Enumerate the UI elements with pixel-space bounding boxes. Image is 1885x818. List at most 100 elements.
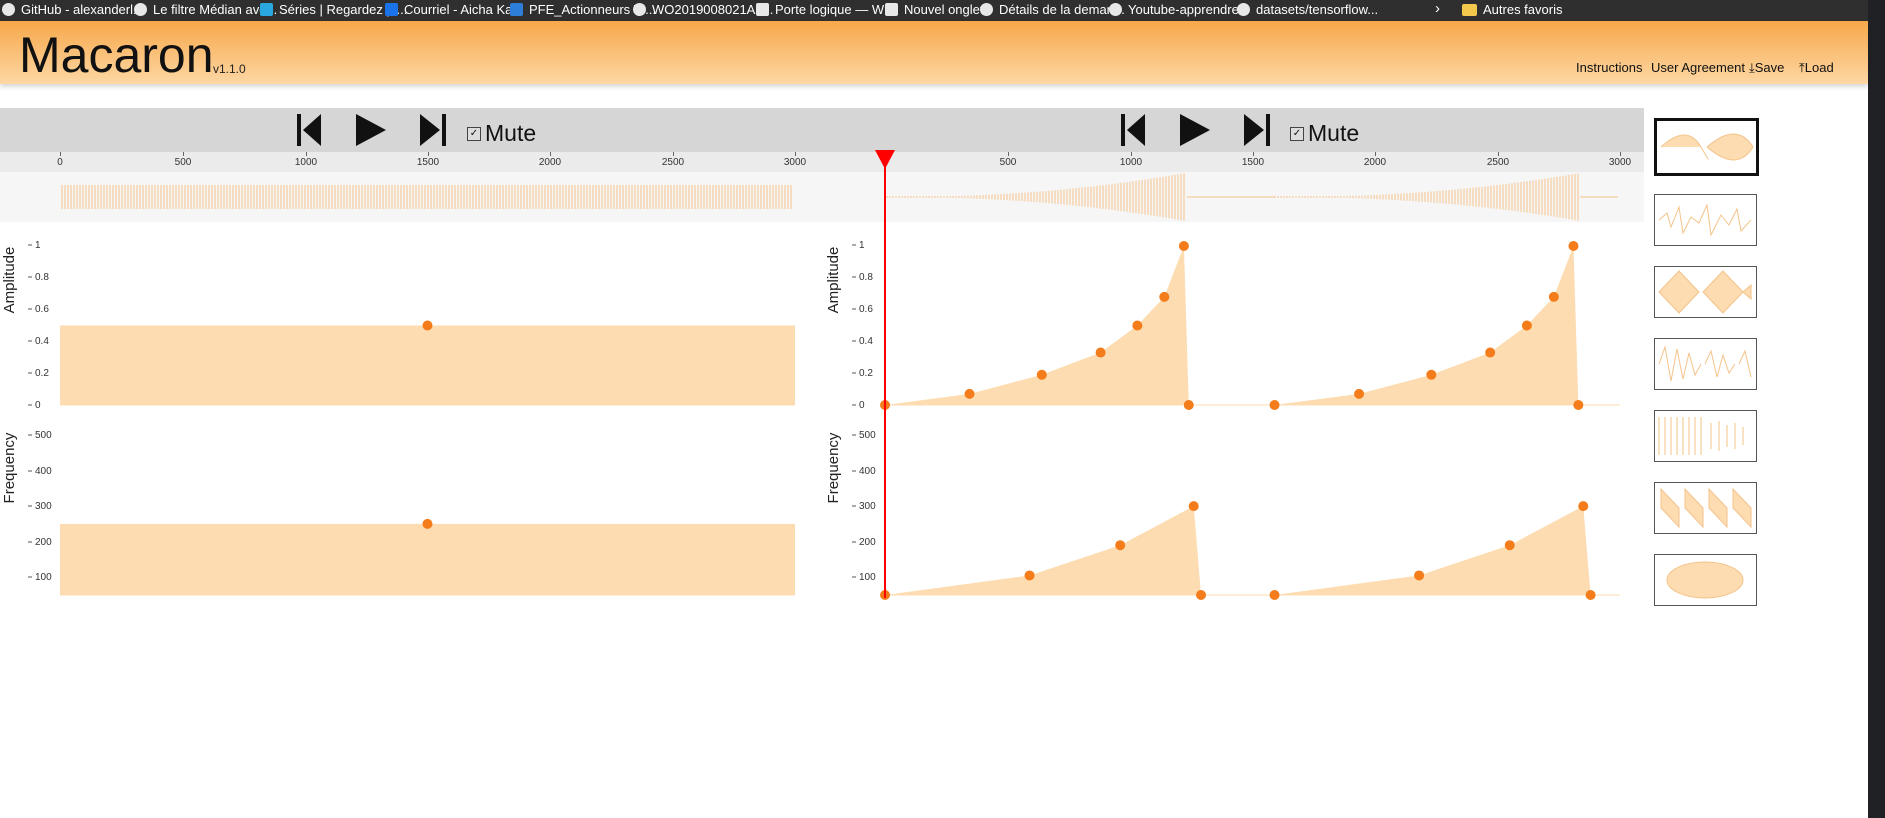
envelope-control-point[interactable]	[1568, 241, 1579, 251]
bookmark-item[interactable]: Youtube-apprendre...	[1109, 2, 1250, 17]
envelope-control-point[interactable]	[964, 388, 975, 399]
envelope-control-point[interactable]	[1132, 320, 1143, 331]
mute-label: Mute	[1308, 120, 1360, 146]
preset-waveform	[1658, 417, 1744, 455]
github-icon	[1109, 3, 1122, 16]
tick-mark	[1375, 152, 1376, 156]
tick-mark	[60, 152, 61, 156]
envelope-control-point[interactable]	[1269, 590, 1280, 600]
app-header: Macaron v1.1.0 Instructions User Agreeme…	[0, 21, 1868, 84]
envelope-control-point[interactable]	[1095, 347, 1106, 358]
envelope-control-point[interactable]	[1426, 369, 1437, 380]
envelope-control-point[interactable]	[1504, 540, 1515, 551]
tick-label: 1500	[416, 157, 440, 168]
preset-thumbnail[interactable]	[1654, 554, 1757, 606]
freq-tick: 500	[859, 430, 876, 441]
tick-mark	[1253, 152, 1254, 156]
bookmark-item[interactable]: Courriel - Aicha Ka...	[385, 2, 523, 17]
right-frequency-area	[885, 506, 1591, 595]
load-button[interactable]: ⤒Load	[1799, 60, 1834, 76]
skip-back-button[interactable]	[1117, 112, 1157, 148]
envelope-control-point[interactable]	[1036, 369, 1047, 380]
mute-toggle[interactable]: ✓ Mute	[467, 120, 536, 147]
envelope-control-point[interactable]	[1159, 291, 1170, 302]
tick-mark	[306, 152, 307, 156]
preset-thumbnail[interactable]	[1654, 338, 1757, 390]
envelope-control-point[interactable]	[1521, 320, 1532, 331]
skip-forward-button[interactable]	[414, 112, 454, 148]
bookmark-item[interactable]: GitHub - alexanderl...	[2, 2, 144, 17]
envelope-control-point[interactable]	[422, 320, 433, 331]
preset-thumbnail[interactable]	[1654, 410, 1757, 462]
freq-tick: 300	[35, 501, 52, 512]
play-button[interactable]	[352, 112, 392, 148]
freq-tick: 400	[859, 466, 876, 477]
mute-checkbox[interactable]: ✓	[1290, 126, 1304, 141]
bookmark-label: Détails de la deman...	[999, 2, 1125, 17]
pin-icon	[134, 3, 147, 16]
instructions-link[interactable]: Instructions	[1576, 60, 1642, 75]
envelope-control-point[interactable]	[1196, 590, 1207, 600]
envelope-control-point[interactable]	[1269, 400, 1280, 410]
envelope-control-point[interactable]	[880, 400, 890, 410]
save-label: Save	[1754, 60, 1785, 75]
save-button[interactable]: ⤓Save	[1749, 60, 1784, 76]
envelope-control-point[interactable]	[1183, 400, 1194, 410]
amp-tick: 0.8	[35, 272, 49, 283]
skip-back-button[interactable]	[293, 112, 333, 148]
preset-thumbnail[interactable]	[1654, 482, 1757, 534]
bookmark-label: Le filtre Médian ave...	[153, 2, 278, 17]
preset-thumbnail[interactable]	[1654, 266, 1757, 318]
preset-waveform	[1658, 203, 1752, 237]
right-amplitude-area	[885, 246, 1579, 405]
tick-label: 500	[999, 157, 1017, 168]
envelope-control-point[interactable]	[1578, 501, 1589, 512]
envelope-control-point[interactable]	[1178, 241, 1189, 251]
bookmark-item[interactable]: Détails de la deman...	[980, 2, 1125, 17]
right-waveform-overview[interactable]	[842, 172, 1644, 222]
envelope-control-point[interactable]	[422, 518, 433, 529]
outlook-icon	[385, 3, 398, 16]
play-button[interactable]	[1176, 112, 1216, 148]
preset-thumbnail[interactable]	[1654, 118, 1759, 176]
app-title: Macaron	[19, 27, 214, 83]
preset-waveform	[1658, 270, 1752, 314]
github-icon	[1237, 3, 1250, 16]
envelope-control-point[interactable]	[1354, 388, 1365, 399]
envelope-control-point[interactable]	[1548, 291, 1559, 302]
load-label: Load	[1804, 60, 1834, 75]
bookmark-item[interactable]: Porte logique — Wi...	[756, 2, 898, 17]
envelope-control-point[interactable]	[1024, 570, 1035, 581]
user-agreement-link[interactable]: User Agreement	[1651, 60, 1745, 75]
envelope-control-point[interactable]	[1188, 501, 1199, 512]
tick-mark	[428, 152, 429, 156]
freq-tick: 100	[859, 572, 876, 583]
bookmarks-overflow-button[interactable]: ›	[1435, 0, 1440, 17]
other-bookmarks[interactable]: Autres favoris	[1462, 2, 1562, 17]
freq-tick: 200	[35, 537, 52, 548]
bookmark-item[interactable]: WO2019008021A1...	[633, 2, 773, 17]
envelope-control-point[interactable]	[1573, 400, 1584, 410]
bookmark-item[interactable]: Le filtre Médian ave...	[134, 2, 277, 17]
tick-mark	[183, 152, 184, 156]
envelope-control-point[interactable]	[1485, 347, 1496, 358]
mute-checkbox[interactable]: ✓	[467, 126, 481, 141]
envelope-control-point[interactable]	[1585, 590, 1596, 600]
envelope-control-point[interactable]	[1115, 540, 1126, 551]
chart-group	[28, 241, 1620, 600]
freq-tick: 300	[859, 501, 876, 512]
envelope-control-point[interactable]	[880, 590, 890, 600]
tick-mark	[1620, 152, 1621, 156]
preset-thumbnail[interactable]	[1654, 194, 1757, 246]
right-time-axis: 0 500 1000 1500 2000 2500 3000	[842, 152, 1644, 172]
bookmark-item[interactable]: Nouvel onglet	[885, 2, 984, 17]
skip-forward-button[interactable]	[1238, 112, 1278, 148]
tick-label: 2000	[538, 157, 562, 168]
streaming-icon	[260, 3, 273, 16]
mute-toggle[interactable]: ✓ Mute	[1290, 120, 1359, 147]
preset-waveform	[1658, 345, 1752, 382]
left-waveform-overview[interactable]	[0, 172, 842, 222]
preset-waveform	[1660, 133, 1754, 161]
envelope-control-point[interactable]	[1414, 570, 1425, 581]
bookmark-item[interactable]: datasets/tensorflow...	[1237, 2, 1378, 17]
